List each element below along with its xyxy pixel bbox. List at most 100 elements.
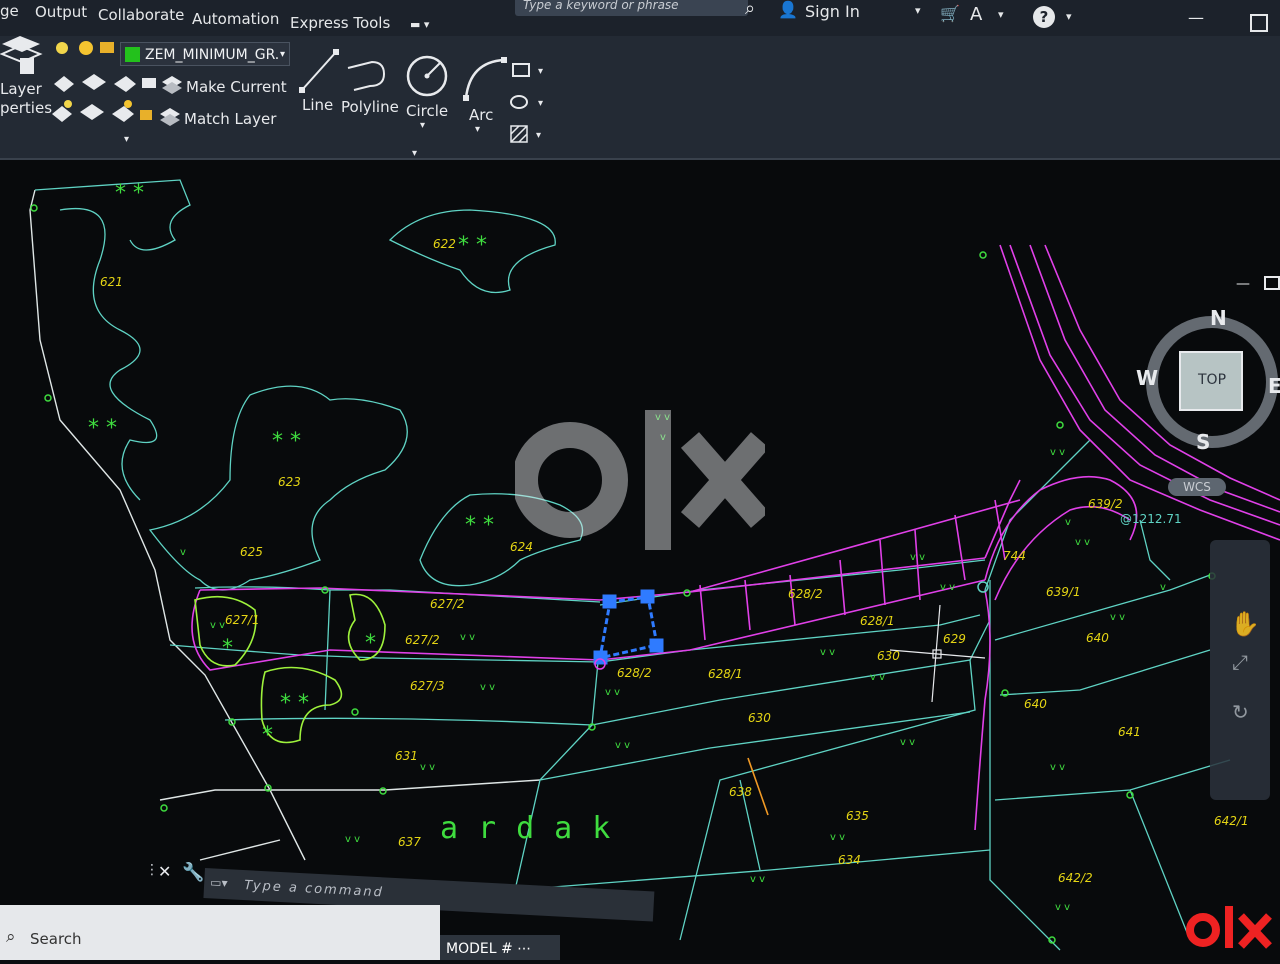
svg-text:v v: v v (1110, 612, 1125, 623)
svg-text:v v: v v (1050, 762, 1065, 773)
parcel-label: 640 (1086, 631, 1109, 645)
svg-text:v v: v v (870, 672, 885, 683)
zoom-icon[interactable]: ⤢ (1232, 650, 1248, 674)
parcel-label: 627/2 (405, 633, 440, 647)
menu-item-express-tools[interactable]: Express Tools (290, 14, 390, 32)
minimize-icon[interactable]: — (1188, 8, 1204, 27)
taskbar-search-input[interactable]: Search (30, 930, 82, 948)
drawing-svg[interactable]: * * * * * * * * * * * * * * * v v v v v v v v v v v … (0, 160, 1280, 960)
arc-dropdown-icon[interactable]: ▾ (475, 124, 480, 135)
line-icon[interactable] (298, 46, 342, 96)
svg-text:v v: v v (1055, 902, 1070, 913)
arc-icon[interactable] (460, 54, 510, 102)
compass-south[interactable]: S (1196, 430, 1210, 454)
circle-dropdown-icon[interactable]: ▾ (420, 120, 425, 131)
svg-text:▾: ▾ (536, 130, 541, 141)
layer-tools-row1-icons[interactable] (50, 68, 160, 96)
parcel-label: 641 (1118, 725, 1141, 739)
sign-in-link[interactable]: Sign In (805, 2, 860, 21)
svg-text:* *: * * (465, 513, 494, 538)
layer-properties-icon[interactable] (0, 36, 45, 78)
match-layer-icon[interactable] (158, 106, 182, 128)
menu-item-automation[interactable]: Automation (192, 10, 279, 28)
layer-color-swatch (125, 47, 140, 62)
command-placeholder: Type a command (243, 878, 385, 901)
match-layer-button[interactable]: Match Layer (184, 110, 276, 128)
search-icon[interactable]: ⌕ (745, 0, 755, 19)
cart-icon[interactable]: 🛒 (940, 4, 960, 23)
compass-north[interactable]: N (1210, 306, 1227, 330)
parcel-label: 621 (100, 275, 123, 289)
polyline-icon[interactable] (344, 54, 390, 94)
viewcube-top-face[interactable]: TOP (1198, 372, 1226, 388)
circle-icon[interactable] (404, 52, 450, 100)
navigation-bar: ✋ ⤢ ↻ (1210, 540, 1270, 800)
svg-text:v v: v v (750, 874, 765, 885)
circle-button[interactable]: Circle (406, 102, 448, 120)
workspace-dropdown[interactable]: ▬ ▾ (410, 18, 429, 31)
make-current-icon[interactable] (160, 74, 184, 96)
menu-item-collaborate[interactable]: Collaborate (98, 6, 184, 24)
svg-text:v v: v v (480, 682, 495, 693)
svg-text:v v: v v (615, 740, 630, 751)
compass-west[interactable]: W (1136, 366, 1158, 390)
grid-icon[interactable]: # (501, 941, 513, 957)
parcel-label: 744 (1003, 549, 1026, 563)
boundary-lines (29, 189, 541, 861)
viewport-restore-icon[interactable] (1264, 276, 1280, 290)
svg-text:v v: v v (460, 632, 475, 643)
parcel-label: 622 (433, 237, 456, 251)
wcs-menu[interactable]: WCS (1168, 478, 1226, 496)
viewport-minimize-icon[interactable]: — (1236, 276, 1250, 292)
menu-bar: ge Output Collaborate Automation Express… (0, 0, 1280, 40)
parcel-label: 628/1 (860, 614, 895, 628)
compass-east[interactable]: E (1268, 374, 1280, 398)
command-customize-icon[interactable]: 🔧 (182, 862, 204, 883)
autodesk-app-icon[interactable]: A (970, 4, 982, 25)
sign-in-dropdown-icon[interactable]: ▾ (915, 4, 921, 17)
menu-item-manage[interactable]: ge (0, 2, 19, 20)
polyline-button[interactable]: Polyline (341, 98, 399, 116)
line-button[interactable]: Line (302, 96, 333, 114)
place-name-label: ardak (440, 811, 630, 846)
user-icon: 👤 (778, 0, 798, 19)
parcel-label: 640 (1024, 697, 1047, 711)
orbit-icon[interactable]: ↻ (1232, 700, 1249, 724)
help-icon[interactable]: ? (1033, 6, 1055, 28)
app-dropdown-icon[interactable]: ▾ (998, 8, 1004, 21)
parcel-label: 642/1 (1214, 814, 1249, 828)
svg-text:v: v (1065, 517, 1071, 528)
svg-text:v v: v v (345, 834, 360, 845)
model-tab[interactable]: MODEL # ⋯ (440, 935, 560, 960)
maximize-icon[interactable] (1250, 14, 1268, 32)
viewcube[interactable]: TOP N S W E (1136, 306, 1280, 460)
parcel-label: 630 (748, 711, 771, 725)
drawing-canvas[interactable]: * * * * * * * * * * * * * * * v v v v v v v v v v v … (0, 160, 1280, 960)
menu-item-output[interactable]: Output (35, 3, 87, 21)
layers-panel-expand-icon[interactable]: ▾ (124, 134, 129, 145)
crosshair-cursor (889, 604, 986, 703)
parcel-label: 623 (278, 475, 301, 489)
arc-button[interactable]: Arc (469, 106, 493, 124)
layer-tools-row2-icons[interactable] (48, 98, 158, 126)
layer-state-icons[interactable] (52, 36, 122, 62)
taskbar-search-icon[interactable]: ⌕ (6, 927, 16, 947)
svg-text:v v: v v (820, 647, 835, 658)
layer-dropdown[interactable]: ZEM_MINIMUM_GR. ▾ (120, 42, 290, 66)
parcel-label: 642/2 (1058, 871, 1093, 885)
vegetation-symbols: * * * * * * * * * * * * * * * (88, 181, 494, 748)
svg-text:▾: ▾ (538, 66, 543, 77)
search-input[interactable]: Type a keyword or phrase (515, 0, 748, 16)
command-line-grip-icon[interactable]: ⋮ (145, 862, 159, 878)
make-current-button[interactable]: Make Current (186, 78, 287, 96)
pan-icon[interactable]: ✋ (1230, 610, 1260, 638)
selected-polygon[interactable] (593, 589, 664, 665)
svg-text:* *: * * (280, 691, 309, 716)
svg-text:v v: v v (1050, 447, 1065, 458)
draw-small-tools-icons[interactable]: ▾ ▾ ▾ (508, 58, 553, 148)
draw-panel-expand-icon[interactable]: ▾ (412, 148, 417, 159)
ribbon-panel: Layer perties ZEM_MINIMUM_GR. ▾ Make Cur… (0, 36, 1280, 160)
snap-icon[interactable]: ⋯ (517, 941, 531, 957)
command-line-close-icon[interactable]: ✕ (158, 862, 171, 881)
help-dropdown-icon[interactable]: ▾ (1066, 10, 1072, 23)
